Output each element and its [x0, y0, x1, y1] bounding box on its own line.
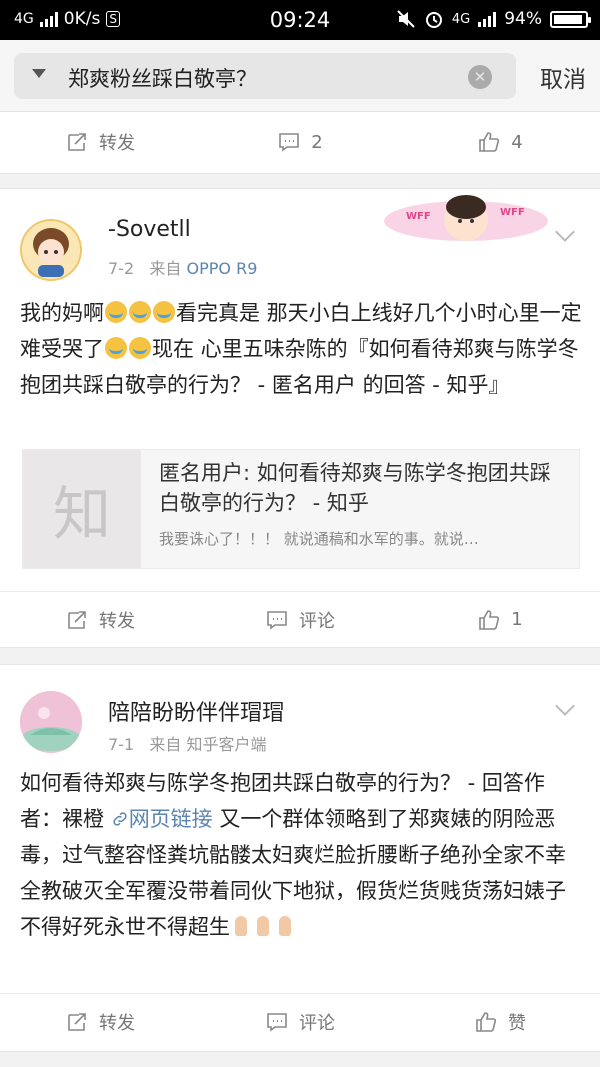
web-link[interactable]: 网页链接: [111, 807, 213, 831]
search-query[interactable]: 郑爽粉丝踩白敬亭？: [68, 63, 257, 93]
repost-button[interactable]: 转发: [0, 114, 200, 170]
comment-button[interactable]: 评论: [200, 994, 400, 1049]
from-label: 来自: [149, 735, 182, 754]
dropdown-caret-icon[interactable]: [32, 69, 46, 78]
post-text: 我的妈啊 看完真是 那天小白上线好几个小时心里一定难受哭了 现在 心里五味杂陈的『如…: [20, 295, 582, 403]
network-right-label: 4G: [451, 11, 471, 27]
comment-button[interactable]: 评论: [200, 592, 400, 647]
avatar[interactable]: [20, 691, 82, 753]
repost-label: 转发: [99, 1012, 135, 1034]
post-card: 陪陪盼盼伴伴瑁瑁 7-1 来自 知乎客户端 如何看待郑爽与陈学冬抱团共踩白敬亭的…: [0, 664, 600, 1052]
praying-hands-icon: [275, 915, 295, 937]
clear-icon[interactable]: ✕: [468, 65, 492, 89]
link-icon: [113, 812, 127, 826]
status-right: 4G 94%: [396, 9, 591, 29]
praying-hands-icon: [253, 915, 273, 937]
cancel-button[interactable]: 取消: [540, 60, 586, 94]
thumbs-up-icon: [479, 132, 500, 152]
crying-emoji-icon: [153, 301, 175, 323]
fan-badge: WFF WFF: [376, 189, 556, 249]
alarm-icon: [425, 12, 442, 28]
comment-button[interactable]: 2: [200, 114, 400, 170]
repost-icon: [68, 610, 86, 629]
comment-label: 评论: [299, 1012, 335, 1034]
post-text: 如何看待郑爽与陈学冬抱团共踩白敬亭的行为？ - 回答作者：裸橙 网页链接 又一个…: [20, 765, 582, 945]
post-source[interactable]: 知乎客户端: [187, 735, 267, 754]
praying-hands-icon: [231, 915, 251, 937]
badge-label-right: WFF: [500, 207, 525, 218]
search-input[interactable]: 郑爽粉丝踩白敬亭？ ✕: [14, 53, 516, 99]
status-bar: 4G 0K/s S 09:24 4G 94%: [0, 0, 600, 40]
chevron-down-icon[interactable]: [555, 696, 575, 716]
avatar[interactable]: [20, 219, 82, 281]
action-bar: 转发 评论 1: [0, 591, 600, 647]
battery-percent: 94%: [504, 9, 542, 29]
link-preview-card[interactable]: 知 匿名用户: 如何看待郑爽与陈学冬抱团共踩白敬亭的行为？ - 知乎 我要诛心了…: [22, 449, 580, 569]
action-bar: 转发 评论 赞: [0, 993, 600, 1049]
post-date: 7-1: [108, 735, 135, 754]
like-button[interactable]: 4: [400, 114, 600, 170]
like-button[interactable]: 赞: [400, 994, 600, 1049]
repost-button[interactable]: 转发: [0, 592, 200, 647]
comment-icon: [267, 610, 287, 630]
like-count: 1: [511, 609, 523, 630]
comment-label: 评论: [299, 610, 335, 632]
post-meta: 7-2 来自 OPPO R9: [108, 255, 257, 279]
post-meta: 7-1 来自 知乎客户端: [108, 731, 267, 755]
avatar-image: [20, 219, 82, 281]
post-source[interactable]: OPPO R9: [187, 259, 258, 278]
username[interactable]: -Sovetll: [108, 217, 191, 242]
avatar-image: [20, 691, 82, 753]
repost-label: 转发: [99, 610, 135, 632]
web-link-label: 网页链接: [128, 807, 213, 831]
battery-icon: [550, 10, 591, 28]
previous-post-card: 转发 2 4: [0, 112, 600, 174]
mute-icon: [397, 10, 415, 28]
crying-emoji-icon: [105, 301, 127, 323]
badge-label-left: WFF: [406, 211, 431, 222]
repost-button[interactable]: 转发: [0, 994, 200, 1049]
post-text-part: 我的妈啊: [20, 301, 104, 325]
like-button[interactable]: 1: [400, 592, 600, 647]
repost-icon: [68, 1012, 86, 1031]
action-bar: 转发 2 4: [0, 114, 600, 170]
comment-icon: [279, 133, 300, 152]
repost-icon: [68, 133, 86, 151]
like-count: 4: [511, 131, 523, 153]
thumbs-up-icon: [479, 609, 500, 630]
link-title: 匿名用户: 如何看待郑爽与陈学冬抱团共踩白敬亭的行为？ - 知乎: [159, 461, 551, 515]
like-label: 赞: [508, 1012, 526, 1034]
comment-count: 2: [311, 131, 323, 153]
search-bar: 郑爽粉丝踩白敬亭？ ✕ 取消: [0, 40, 600, 112]
link-description: 我要诛心了！！！ 就说通稿和水军的事。就说…: [159, 530, 479, 548]
repost-label: 转发: [99, 133, 135, 154]
post-date: 7-2: [108, 259, 135, 278]
thumbs-up-icon: [476, 1011, 497, 1032]
crying-emoji-icon: [129, 337, 151, 359]
zhihu-logo-icon: 知: [23, 450, 141, 568]
crying-emoji-icon: [105, 337, 127, 359]
crying-emoji-icon: [129, 301, 151, 323]
chevron-down-icon[interactable]: [555, 222, 575, 242]
signal-right-icon: [478, 11, 497, 27]
username[interactable]: 陪陪盼盼伴伴瑁瑁: [108, 695, 284, 727]
post-card: -Sovetll 7-2 来自 OPPO R9 WFF WFF 我的妈啊 看完真是…: [0, 188, 600, 648]
comment-icon: [267, 1012, 287, 1032]
from-label: 来自: [149, 259, 182, 278]
